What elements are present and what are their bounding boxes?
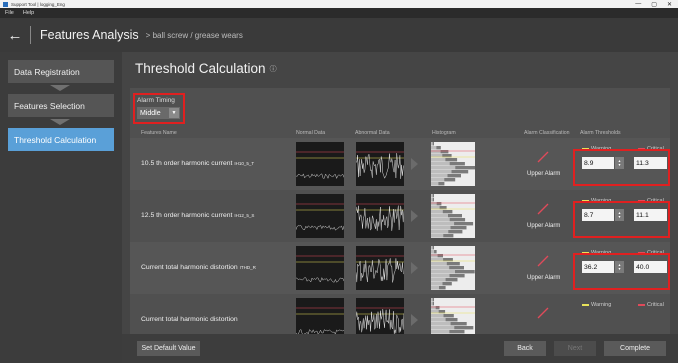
feature-name: Current total harmonic distortion ITHD_R (141, 264, 256, 271)
info-icon[interactable]: ⓘ (270, 64, 277, 74)
window-controls: — ▢ ✕ (635, 0, 672, 8)
upper-alarm-icon[interactable] (536, 306, 550, 320)
feature-name-subscript: IH12_5_S (234, 213, 255, 218)
highlight-box (573, 253, 670, 290)
normal-data-plot (296, 142, 344, 186)
feature-name: 12.5 th order harmonic current IH12_5_S (141, 212, 254, 219)
complete-button[interactable]: Complete (604, 341, 666, 356)
page-title: Features Analysis (40, 28, 139, 42)
breadcrumb: > ball screw / grease wears (145, 30, 243, 40)
play-arrow-icon (411, 210, 418, 222)
highlight-box (573, 149, 670, 186)
sidebar-item-threshold-calculation[interactable]: Threshold Calculation (8, 128, 114, 151)
histogram-plot (431, 298, 475, 334)
normal-data-plot (296, 246, 344, 290)
feature-name-text: Current total harmonic distortion (141, 264, 238, 271)
menu-bar: File Help (0, 8, 678, 18)
upper-alarm-icon[interactable] (536, 150, 550, 164)
next-button[interactable]: Next (554, 341, 596, 356)
threshold-panel: Alarm Timing Middle ▼ Features Name Norm… (130, 88, 670, 334)
col-abnormal-data: Abnormal Data (355, 130, 390, 136)
table-row: Current total harmonic distortion Warnin… (130, 294, 670, 334)
play-arrow-icon (411, 262, 418, 274)
play-arrow-icon (411, 314, 418, 326)
feature-name-subscript: IH10_5_T (234, 161, 255, 166)
sidebar-item-label: Features Selection (14, 100, 85, 111)
col-alarm-thresholds: Alarm Thresholds (580, 130, 621, 136)
histogram-plot (431, 142, 475, 186)
alarm-classification-label: Upper Alarm (527, 275, 561, 281)
minimize-icon[interactable]: — (635, 1, 641, 7)
page-header: ← Features Analysis > ball screw / greas… (0, 18, 678, 52)
feature-name-text: Current total harmonic distortion (141, 316, 238, 323)
normal-data-plot (296, 298, 344, 334)
abnormal-data-plot (356, 194, 404, 238)
feature-name: 10.5 th order harmonic current IH10_5_T (141, 160, 254, 167)
play-arrow-icon (411, 158, 418, 170)
step-arrow-icon (50, 85, 70, 91)
abnormal-data-plot (356, 246, 404, 290)
header-divider (30, 26, 31, 44)
abnormal-data-plot (356, 298, 404, 334)
window-titlebar: Support Tool | logging_Eng — ▢ ✕ (0, 0, 678, 8)
back-button[interactable]: Back (504, 341, 546, 356)
menu-file[interactable]: File (5, 10, 14, 16)
feature-name-text: 12.5 th order harmonic current (141, 212, 233, 219)
sidebar-item-label: Data Registration (14, 66, 80, 77)
upper-alarm-icon[interactable] (536, 202, 550, 216)
step-sidebar: Data Registration Features Selection Thr… (0, 52, 122, 363)
section-title: Threshold Calculation ⓘ (135, 61, 277, 76)
step-arrow-icon (50, 119, 70, 125)
window-title: Support Tool | logging_Eng (11, 1, 65, 7)
col-histogram: Histogram (432, 130, 456, 136)
col-normal-data: Normal Data (296, 130, 326, 136)
app-icon (3, 1, 8, 7)
col-features-name: Features Name (141, 130, 177, 136)
table-header: Features Name Normal Data Abnormal Data … (130, 128, 670, 138)
sidebar-item-label: Threshold Calculation (14, 134, 97, 145)
highlight-box (573, 201, 670, 238)
feature-name-subscript: ITHD_R (239, 265, 256, 270)
alarm-classification-label: Upper Alarm (527, 171, 561, 177)
section-title-text: Threshold Calculation (135, 61, 266, 76)
sidebar-item-data-registration[interactable]: Data Registration (8, 60, 114, 83)
critical-legend-line (638, 304, 645, 306)
feature-name-text: 10.5 th order harmonic current (141, 160, 233, 167)
critical-label-text: Critical (647, 302, 664, 308)
back-arrow-icon[interactable]: ← (0, 18, 30, 52)
abnormal-data-plot (356, 142, 404, 186)
footer-bar: Set Default Value Back Next Complete (122, 334, 678, 363)
main-content: Threshold Calculation ⓘ Alarm Timing Mid… (122, 52, 678, 363)
normal-data-plot (296, 194, 344, 238)
close-icon[interactable]: ✕ (667, 1, 672, 8)
menu-help[interactable]: Help (23, 10, 34, 16)
sidebar-item-features-selection[interactable]: Features Selection (8, 94, 114, 117)
maximize-icon[interactable]: ▢ (651, 1, 657, 8)
col-alarm-classification: Alarm Classification (524, 130, 570, 136)
histogram-plot (431, 194, 475, 238)
warning-legend-line (582, 304, 589, 306)
histogram-plot (431, 246, 475, 290)
upper-alarm-icon[interactable] (536, 254, 550, 268)
warning-label-text: Warning (591, 302, 612, 308)
alarm-classification-label: Upper Alarm (527, 223, 561, 229)
highlight-box (133, 93, 185, 124)
set-default-value-button[interactable]: Set Default Value (137, 341, 200, 356)
feature-name: Current total harmonic distortion (141, 316, 238, 323)
critical-label: Critical (638, 302, 664, 308)
warning-label: Warning (582, 302, 611, 308)
